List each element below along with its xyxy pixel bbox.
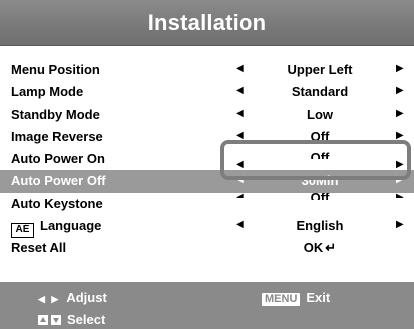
arrow-left-icon[interactable]: ◀ <box>236 63 244 74</box>
arrow-right-icon[interactable]: ▶ <box>396 63 404 74</box>
enter-icon: ↵ <box>325 240 337 256</box>
menu-item-label: Language <box>40 218 102 234</box>
menu-item-value: Upper Left <box>287 62 353 77</box>
menu-item-label: Auto Power Off <box>11 173 106 189</box>
menu-item-menu-position[interactable]: Menu Position ◀ Upper Left ▶ <box>0 59 414 81</box>
arrow-left-icon[interactable]: ◀ <box>236 193 244 198</box>
language-icon: AÉ <box>11 223 34 239</box>
menu-item-label: Standby Mode <box>11 106 100 122</box>
select-label: Select <box>67 312 106 327</box>
menu-item-value: English <box>296 218 344 234</box>
menu-item-label: Image Reverse <box>11 128 103 144</box>
menu-item-value: Off <box>262 193 378 200</box>
arrow-left-icon[interactable]: ◀ <box>236 219 244 230</box>
value-focus-box <box>220 140 411 180</box>
arrow-right-icon[interactable]: ▶ <box>396 219 404 230</box>
arrow-right-icon[interactable]: ▶ <box>396 108 404 119</box>
arrow-right-icon[interactable]: ▶ <box>396 193 404 198</box>
menu-item-label: Lamp Mode <box>11 84 84 100</box>
menu-item-label-wrap: AÉ Language <box>11 218 102 239</box>
adjust-label: Adjust <box>66 290 107 305</box>
menu-item-label: Reset All <box>11 240 67 256</box>
menu-item-value-wrap[interactable]: OK ↵ <box>262 240 378 256</box>
arrow-left-icon[interactable]: ◀ <box>236 85 244 96</box>
menu-item-value: Low <box>307 106 333 122</box>
menu-item-lamp-mode[interactable]: Lamp Mode ◀ Standard ▶ <box>0 81 414 103</box>
arrow-right-icon[interactable]: ▶ <box>396 85 404 96</box>
menu-item-label: Menu Position <box>11 62 100 77</box>
menu-item-value: OK <box>303 240 324 256</box>
menu-key-icon: MENU <box>262 293 301 306</box>
menu-item-language[interactable]: AÉ Language ◀ English ▶ <box>0 215 414 239</box>
menu-item-label: Auto Power On <box>11 151 105 167</box>
adjust-hint: ◀ ▶ Adjust <box>38 290 107 305</box>
menu-item-auto-keystone[interactable]: Auto Keystone ◀ Off ▶ <box>0 193 414 215</box>
select-hint: Select <box>38 312 105 327</box>
menu-item-reset-all[interactable]: Reset All OK ↵ <box>0 237 414 259</box>
left-right-arrows-icon: ◀ ▶ <box>38 294 61 304</box>
menu-title: Installation <box>147 9 267 35</box>
menu-item-value: Standard <box>291 84 349 100</box>
menu-item-label: Auto Keystone <box>11 195 103 211</box>
footer-hints: ◀ ▶ Adjust Select MENU Exit <box>0 282 414 329</box>
exit-label: Exit <box>306 290 331 305</box>
arrow-left-icon[interactable]: ◀ <box>236 108 244 119</box>
menu-item-standby-mode[interactable]: Standby Mode ◀ Low ▶ <box>0 104 414 126</box>
installation-menu: Installation Menu Position ◀ Upper Left … <box>0 0 414 329</box>
title-bar: Installation <box>0 0 414 46</box>
up-box-icon <box>38 315 48 325</box>
down-box-icon <box>51 315 61 325</box>
exit-hint: MENU Exit <box>262 290 330 306</box>
